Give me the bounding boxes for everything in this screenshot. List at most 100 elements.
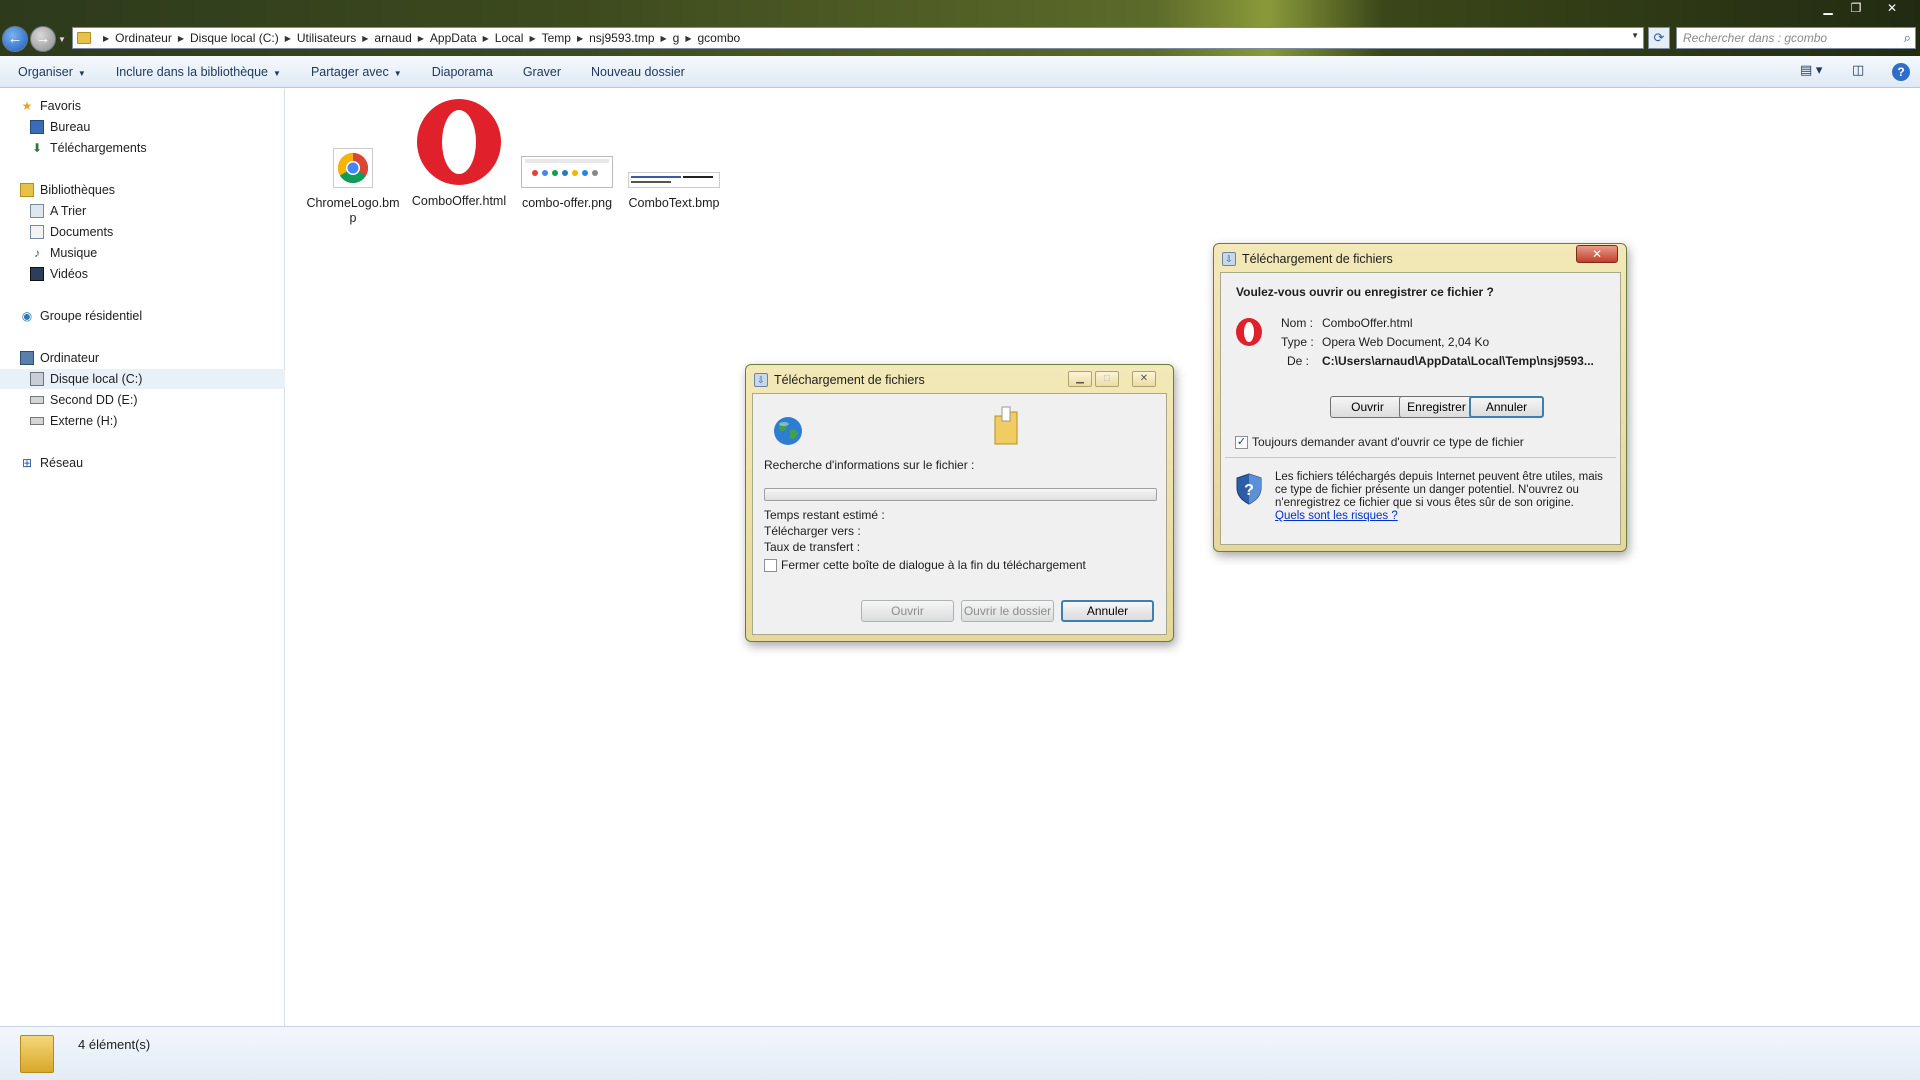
- breadcrumb-item[interactable]: Local: [495, 31, 524, 45]
- name-value: ComboOffer.html: [1322, 316, 1413, 330]
- breadcrumb-separator[interactable]: ▶: [685, 34, 691, 43]
- include-library-menu[interactable]: Inclure dans la bibliothèque ▼: [116, 65, 281, 79]
- breadcrumb-separator[interactable]: ▶: [285, 34, 291, 43]
- view-options-icon[interactable]: ▤ ▾: [1800, 62, 1822, 78]
- breadcrumb-item[interactable]: nsj9593.tmp: [589, 31, 654, 45]
- breadcrumb-separator[interactable]: ▶: [418, 34, 424, 43]
- minimize-button[interactable]: ▁: [1068, 371, 1092, 387]
- cancel-button[interactable]: Annuler: [1061, 600, 1154, 622]
- shield-icon: ?: [1236, 473, 1262, 505]
- file-name: ChromeLogo.bmp: [306, 196, 400, 225]
- image-thumbnail: [521, 156, 613, 188]
- close-button[interactable]: ✕: [1132, 371, 1156, 387]
- search-placeholder: Rechercher dans : gcombo: [1683, 31, 1828, 45]
- cancel-button[interactable]: Annuler: [1469, 396, 1544, 418]
- file-item[interactable]: ComboText.bmp: [626, 172, 722, 211]
- open-button[interactable]: Ouvrir: [1330, 396, 1405, 418]
- sidebar-item-atrier[interactable]: A Trier: [0, 201, 285, 221]
- status-bar: 4 élément(s): [0, 1026, 1920, 1080]
- maximize-button[interactable]: □: [1095, 371, 1119, 387]
- breadcrumb-item[interactable]: g: [673, 31, 680, 45]
- sidebar-item-downloads[interactable]: ⬇ Téléchargements: [0, 138, 285, 158]
- download-icon: ⇩: [754, 373, 768, 387]
- breadcrumb-item[interactable]: Disque local (C:): [190, 31, 279, 45]
- progress-bar: [764, 488, 1157, 501]
- sidebar-item-favorites[interactable]: ★ Favoris: [0, 96, 285, 116]
- chevron-down-icon[interactable]: ▼: [1631, 31, 1639, 40]
- help-icon[interactable]: ?: [1892, 63, 1910, 81]
- sidebar-item-network[interactable]: ⊞ Réseau: [0, 453, 285, 473]
- share-menu[interactable]: Partager avec ▼: [311, 65, 402, 79]
- breadcrumb: ▶ Ordinateur ▶ Disque local (C:) ▶ Utilisateu…: [97, 31, 740, 45]
- sidebar-item-homegroup[interactable]: ◉ Groupe résidentiel: [0, 306, 285, 326]
- breadcrumb-item[interactable]: Ordinateur: [115, 31, 172, 45]
- breadcrumb-separator[interactable]: ▶: [483, 34, 489, 43]
- save-button[interactable]: Enregistrer: [1399, 396, 1474, 418]
- item-count: 4 élément(s): [78, 1037, 151, 1052]
- slideshow-button[interactable]: Diaporama: [432, 65, 493, 79]
- breadcrumb-separator[interactable]: ▶: [103, 34, 109, 43]
- close-when-done-label: Fermer cette boîte de dialogue à la fin …: [781, 558, 1086, 572]
- address-bar[interactable]: ▶ Ordinateur ▶ Disque local (C:) ▶ Utilisateu…: [72, 27, 1644, 49]
- file-item[interactable]: ComboOffer.html: [411, 98, 507, 209]
- divider: [1225, 457, 1616, 458]
- breadcrumb-item[interactable]: AppData: [430, 31, 477, 45]
- new-folder-button[interactable]: Nouveau dossier: [591, 65, 685, 79]
- sidebar-item-computer[interactable]: Ordinateur: [0, 348, 285, 368]
- search-input[interactable]: Rechercher dans : gcombo ⌕: [1676, 27, 1916, 49]
- sidebar-item-local-disk[interactable]: Disque local (C:): [0, 369, 285, 389]
- organize-menu[interactable]: Organiser ▼: [18, 65, 86, 79]
- refresh-button[interactable]: ⟳: [1648, 27, 1670, 49]
- sidebar-item-second-dd[interactable]: Second DD (E:): [0, 390, 285, 410]
- breadcrumb-item[interactable]: Temp: [542, 31, 571, 45]
- back-button[interactable]: ←: [2, 26, 28, 52]
- breadcrumb-item[interactable]: arnaud: [374, 31, 411, 45]
- globe-icon: [774, 417, 802, 445]
- computer-icon: [20, 351, 34, 365]
- sidebar-item-desktop[interactable]: Bureau: [0, 117, 285, 137]
- breadcrumb-separator[interactable]: ▶: [529, 34, 535, 43]
- history-dropdown-icon[interactable]: ▼: [58, 35, 66, 44]
- close-button[interactable]: ✕: [1880, 0, 1904, 16]
- breadcrumb-separator[interactable]: ▶: [661, 34, 667, 43]
- folder-icon: [77, 32, 91, 44]
- open-folder-button[interactable]: Ouvrir le dossier: [961, 600, 1054, 622]
- searching-label: Recherche d'informations sur le fichier …: [764, 458, 975, 472]
- from-label: De :: [1286, 354, 1309, 368]
- always-ask-label: Toujours demander avant d'ouvrir ce type…: [1252, 435, 1524, 449]
- always-ask-checkbox[interactable]: ✓: [1235, 436, 1248, 449]
- breadcrumb-item[interactable]: gcombo: [698, 31, 741, 45]
- library-icon: [20, 183, 34, 197]
- search-icon[interactable]: ⌕: [1904, 30, 1911, 46]
- close-button[interactable]: ✕: [1576, 245, 1618, 263]
- open-button[interactable]: Ouvrir: [861, 600, 954, 622]
- breadcrumb-separator[interactable]: ▶: [362, 34, 368, 43]
- sidebar-item-external[interactable]: Externe (H:): [0, 411, 285, 431]
- burn-button[interactable]: Graver: [523, 65, 561, 79]
- sidebar-item-libraries[interactable]: Bibliothèques: [0, 180, 285, 200]
- warning-text: Les fichiers téléchargés depuis Internet…: [1275, 471, 1603, 522]
- sidebar-item-videos[interactable]: Vidéos: [0, 264, 285, 284]
- download-to-label: Télécharger vers :: [764, 524, 861, 538]
- sidebar-item-music[interactable]: ♪ Musique: [0, 243, 285, 263]
- download-progress-dialog: ⇩ Téléchargement de fichiers ▁ □ ✕ Reche…: [745, 364, 1174, 642]
- file-item[interactable]: combo-offer.png: [519, 156, 615, 211]
- network-icon: ⊞: [21, 456, 33, 470]
- breadcrumb-separator[interactable]: ▶: [178, 34, 184, 43]
- forward-button[interactable]: →: [30, 26, 56, 52]
- command-bar: Organiser ▼ Inclure dans la bibliothèque ▼…: [0, 56, 1920, 88]
- file-item[interactable]: ChromeLogo.bmp: [305, 148, 401, 226]
- sidebar-item-documents[interactable]: Documents: [0, 222, 285, 242]
- close-when-done-checkbox[interactable]: [764, 559, 777, 572]
- from-value: C:\Users\arnaud\AppData\Local\Temp\nsj95…: [1322, 354, 1594, 368]
- maximize-button[interactable]: ❐: [1844, 0, 1868, 16]
- dialog-title: ⇩ Téléchargement de fichiers: [754, 373, 925, 387]
- folder-icon: [20, 1035, 54, 1073]
- minimize-button[interactable]: ▁: [1816, 0, 1840, 16]
- breadcrumb-separator[interactable]: ▶: [577, 34, 583, 43]
- preview-pane-icon[interactable]: ◫: [1852, 62, 1864, 78]
- risks-link[interactable]: Quels sont les risques ?: [1275, 510, 1398, 522]
- folder-icon: [994, 406, 1018, 445]
- breadcrumb-item[interactable]: Utilisateurs: [297, 31, 356, 45]
- navigation-pane: ★ Favoris Bureau ⬇ Téléchargements Bibliot…: [0, 89, 285, 1026]
